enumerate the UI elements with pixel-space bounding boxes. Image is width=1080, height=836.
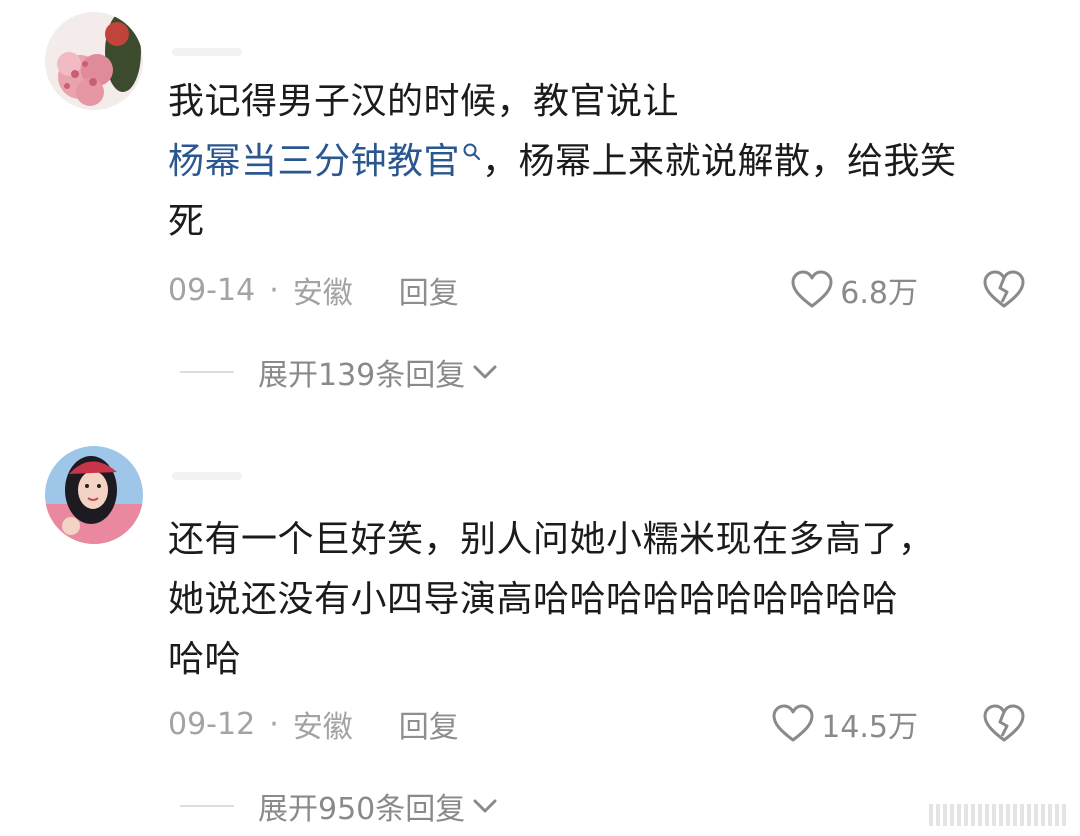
chevron-down-icon (473, 799, 497, 813)
divider-line (180, 371, 234, 373)
comment-date: 09-14 (168, 272, 256, 308)
topic-link[interactable]: 杨幂当三分钟教官 (168, 141, 460, 182)
heart-icon (772, 704, 814, 742)
expand-replies-label: 展开139条回复 (258, 358, 466, 393)
broken-heart-icon (983, 704, 1025, 742)
like-count: 6.8万 (840, 276, 918, 311)
comment-text-line: 她说还没有小四导演高哈哈哈哈哈哈哈哈哈哈 (168, 579, 899, 620)
like-count: 14.5万 (821, 710, 918, 745)
chevron-down-icon (473, 365, 497, 379)
comment-item: 我记得男子汉的时候，教官说让 杨幂当三分钟教官 ，杨幂上来就说解散，给我笑 死 0… (0, 0, 1080, 420)
comment-text: 我记得男子汉的时候，教官说让 杨幂当三分钟教官 ，杨幂上来就说解散，给我笑 死 (168, 72, 1048, 252)
comment-text-line: 哈哈 (168, 639, 242, 680)
username-placeholder[interactable] (172, 472, 242, 480)
meta-separator: · (269, 272, 279, 308)
expand-replies-button[interactable]: 展开139条回复 (180, 352, 499, 393)
expand-replies-label: 展开950条回复 (258, 792, 466, 827)
user-avatar[interactable] (45, 446, 143, 544)
divider-line (180, 805, 234, 807)
heart-icon (791, 270, 833, 308)
dislike-button[interactable] (982, 704, 1026, 744)
like-button[interactable]: 6.8万 (790, 270, 918, 311)
comment-text-line: 我记得男子汉的时候，教官说让 (168, 81, 680, 122)
username-placeholder[interactable] (172, 48, 242, 56)
meta-separator: · (269, 706, 279, 742)
comment-item: 还有一个巨好笑，别人问她小糯米现在多高了， 她说还没有小四导演高哈哈哈哈哈哈哈哈… (0, 430, 1080, 836)
like-button[interactable]: 14.5万 (771, 704, 918, 745)
comment-text-line: 死 (168, 201, 205, 242)
comment-location: 安徽 (292, 710, 353, 745)
flower-bouquet-avatar-icon (45, 12, 143, 110)
search-icon[interactable] (462, 142, 482, 162)
comment-text-line: 还有一个巨好笑，别人问她小糯米现在多高了， (168, 519, 935, 560)
comment-date: 09-12 (168, 706, 256, 742)
comment-meta: 09-14 · 安徽 回复 (168, 268, 459, 312)
comment-text-line: ，杨幂上来就说解散，给我笑 (482, 141, 957, 182)
reply-button[interactable]: 回复 (399, 702, 459, 746)
watermark-logo (929, 804, 1066, 826)
comment-text: 还有一个巨好笑，别人问她小糯米现在多高了， 她说还没有小四导演高哈哈哈哈哈哈哈哈… (168, 510, 1048, 690)
reply-button[interactable]: 回复 (399, 268, 459, 312)
user-avatar[interactable] (45, 12, 143, 110)
dislike-button[interactable] (982, 270, 1026, 310)
expand-replies-button[interactable]: 展开950条回复 (180, 786, 499, 827)
woman-portrait-avatar-icon (45, 446, 143, 544)
comment-meta: 09-12 · 安徽 回复 (168, 702, 459, 746)
broken-heart-icon (983, 270, 1025, 308)
comment-location: 安徽 (292, 276, 353, 311)
